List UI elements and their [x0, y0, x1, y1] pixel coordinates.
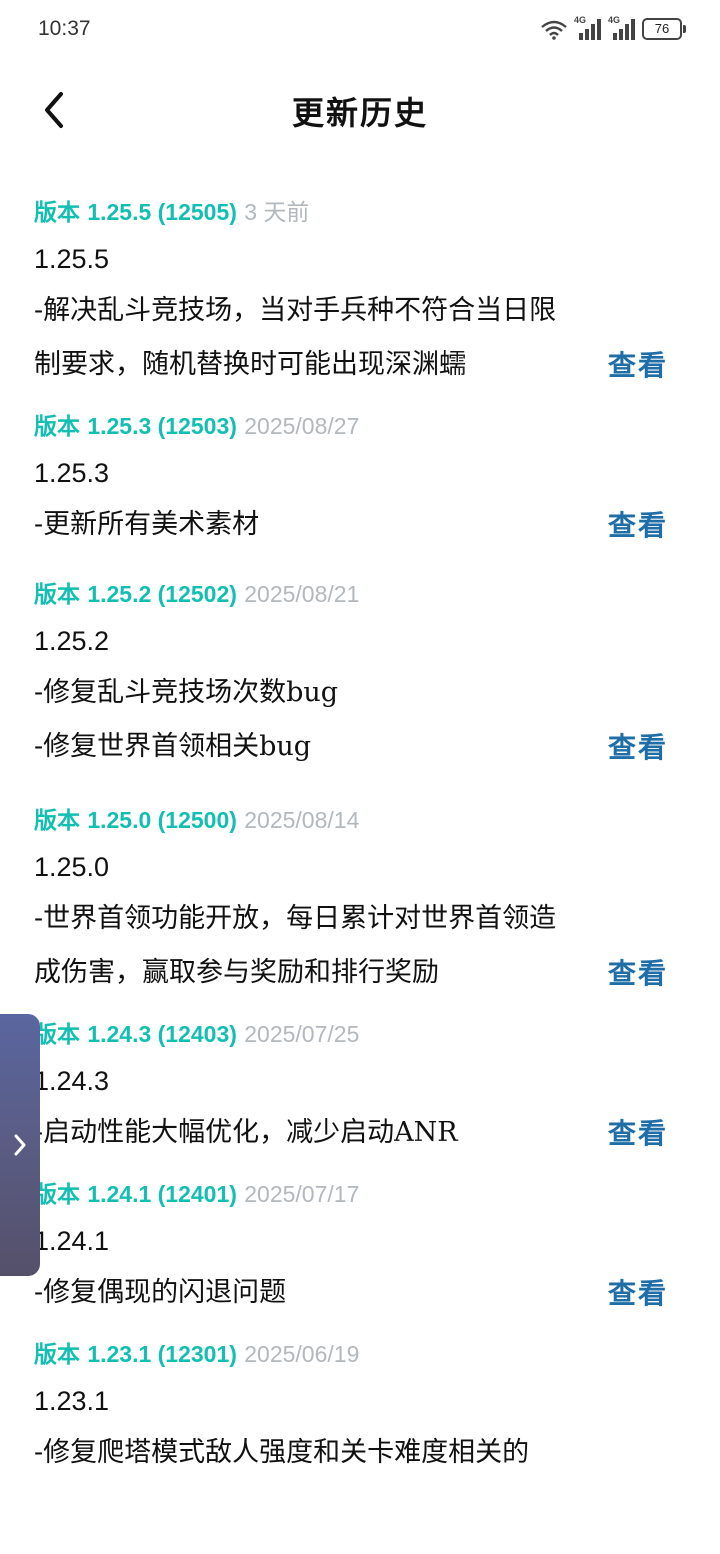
list-item[interactable]: 版本 1.25.2 (12502) 2025/08/21 1.25.2 -修复乱…	[0, 572, 720, 774]
version-number: 1.25.3 (12503)	[87, 413, 237, 439]
version-date: 2025/07/25	[244, 1021, 360, 1047]
version-date: 2025/08/21	[244, 581, 360, 607]
version-header: 版本 1.25.0 (12500) 2025/08/14	[34, 798, 686, 842]
version-number: 1.23.1 (12301)	[87, 1341, 237, 1367]
status-icons: 4G 4G 76	[540, 15, 686, 42]
note-line: -更新所有美术素材	[34, 509, 260, 540]
side-drawer-tab[interactable]	[0, 1014, 40, 1276]
signal-bars-icon	[613, 19, 635, 40]
status-bar: 10:37 4G 4G 76	[0, 0, 720, 60]
battery-level: 76	[654, 21, 670, 36]
view-button[interactable]: 查看	[608, 1112, 668, 1152]
version-title: 1.24.3	[34, 1066, 110, 1096]
note-line: -启动性能大幅优化，减少启动ANR	[34, 1117, 458, 1148]
list-item[interactable]: 版本 1.23.1 (12301) 2025/06/19 1.23.1 -修复爬…	[0, 1332, 720, 1480]
version-title: 1.25.3	[34, 458, 110, 488]
list-item[interactable]: 版本 1.25.0 (12500) 2025/08/14 1.25.0 -世界首…	[0, 798, 720, 1000]
status-time: 10:37	[38, 17, 91, 40]
view-button[interactable]: 查看	[608, 344, 668, 384]
version-label: 版本	[34, 807, 80, 834]
version-title: 1.25.2	[34, 626, 110, 656]
wifi-icon	[541, 20, 567, 40]
version-header: 版本 1.23.1 (12301) 2025/06/19	[34, 1332, 686, 1376]
version-header: 版本 1.25.3 (12503) 2025/08/27	[34, 404, 686, 448]
version-label: 版本	[34, 199, 80, 226]
version-date: 2025/07/17	[244, 1181, 360, 1207]
version-title: 1.24.1	[34, 1226, 110, 1256]
note-line: -世界首领功能开放，每日累计对世界首领造	[34, 903, 557, 934]
view-button[interactable]: 查看	[608, 1272, 668, 1312]
version-label: 版本	[34, 1181, 80, 1208]
note-line: 成伤害，赢取参与奖励和排行奖励	[34, 957, 439, 988]
version-title: 1.25.5	[34, 244, 110, 274]
list-item[interactable]: 版本 1.25.3 (12503) 2025/08/27 1.25.3 -更新所…	[0, 404, 720, 552]
version-label: 版本	[34, 413, 80, 440]
version-date: 2025/08/27	[244, 413, 360, 439]
view-button[interactable]: 查看	[608, 504, 668, 544]
list-item[interactable]: 版本 1.24.1 (12401) 2025/07/17 1.24.1 -修复偶…	[0, 1172, 720, 1320]
version-date: 2025/06/19	[244, 1341, 360, 1367]
note-line: -解决乱斗竞技场，当对手兵种不符合当日限	[34, 295, 557, 326]
version-header: 版本 1.25.5 (12505) 3 天前	[34, 190, 686, 234]
battery-icon: 76	[642, 18, 686, 40]
version-number: 1.24.3 (12403)	[87, 1021, 237, 1047]
list-item[interactable]: 版本 1.25.5 (12505) 3 天前 1.25.5 -解决乱斗竞技场，当…	[0, 190, 720, 392]
version-date: 2025/08/14	[244, 807, 360, 833]
version-date: 3 天前	[244, 199, 310, 225]
version-label: 版本	[34, 1341, 80, 1368]
note-line: -修复偶现的闪退问题	[34, 1277, 287, 1308]
version-number: 1.25.2 (12502)	[87, 581, 237, 607]
version-header: 版本 1.24.1 (12401) 2025/07/17	[34, 1172, 686, 1216]
view-button[interactable]: 查看	[608, 952, 668, 992]
note-line: 制要求，随机替换时可能出现深渊蠕	[34, 349, 466, 380]
view-button[interactable]: 查看	[608, 726, 668, 766]
update-history-list[interactable]: 版本 1.25.5 (12505) 3 天前 1.25.5 -解决乱斗竞技场，当…	[0, 190, 720, 1480]
version-number: 1.25.5 (12505)	[87, 199, 237, 225]
version-number: 1.24.1 (12401)	[87, 1181, 237, 1207]
version-title: 1.23.1	[34, 1386, 110, 1416]
version-header: 版本 1.24.3 (12403) 2025/07/25	[34, 1012, 686, 1056]
version-header: 版本 1.25.2 (12502) 2025/08/21	[34, 572, 686, 616]
note-line: -修复乱斗竞技场次数bug	[34, 677, 339, 708]
version-title: 1.25.0	[34, 852, 110, 882]
list-item[interactable]: 版本 1.24.3 (12403) 2025/07/25 1.24.3 -启动性…	[0, 1012, 720, 1160]
version-label: 版本	[34, 1021, 80, 1048]
note-line: -修复爬塔模式敌人强度和关卡难度相关的	[34, 1437, 530, 1468]
signal-1: 4G	[574, 15, 602, 41]
page-title: 更新历史	[291, 94, 428, 132]
chevron-right-icon	[14, 1134, 26, 1156]
version-label: 版本	[34, 581, 80, 608]
version-number: 1.25.0 (12500)	[87, 807, 237, 833]
note-line: -修复世界首领相关bug	[34, 731, 312, 762]
signal-2: 4G	[608, 15, 636, 41]
signal-bars-icon	[579, 19, 601, 40]
header: 更新历史	[0, 70, 720, 150]
